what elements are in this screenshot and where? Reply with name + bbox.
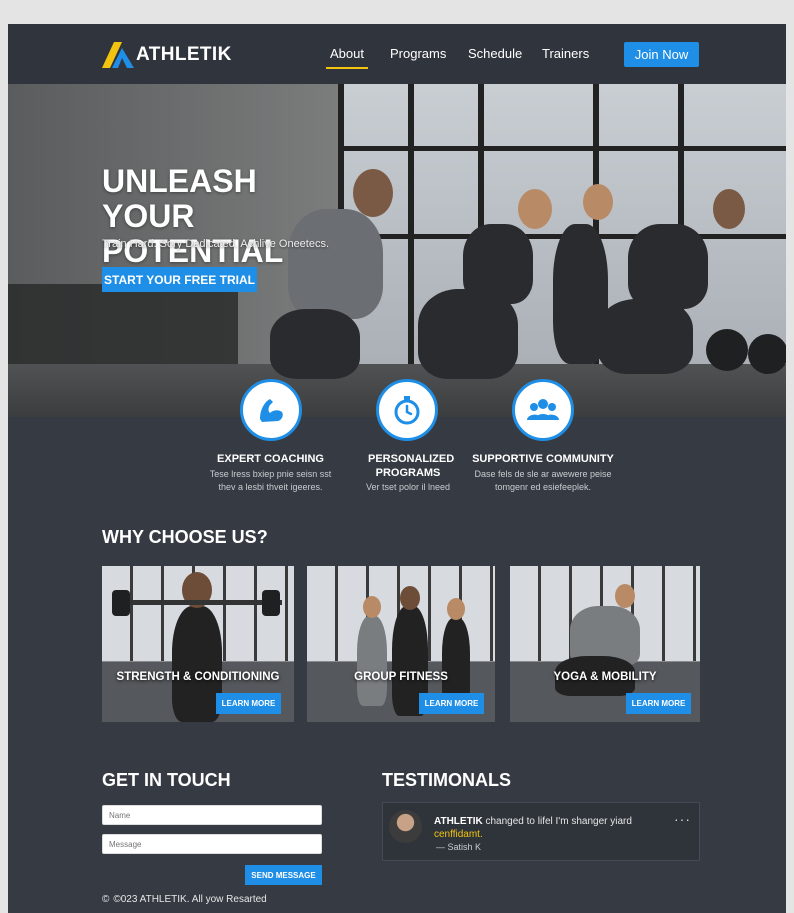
page: ATHLETIK About Programs Schedule Trainer… bbox=[8, 24, 786, 913]
feature-desc: Tese lress bxiep pnie seisn sst thev a l… bbox=[209, 469, 332, 492]
program-card-title: STRENGTH & CONDITIONING bbox=[116, 671, 280, 683]
testimonials-heading: TESTIMONALS bbox=[382, 770, 511, 790]
join-now-button[interactable]: Join Now bbox=[624, 42, 699, 67]
testimonial-brand: ATHLETIK bbox=[434, 816, 483, 827]
start-free-trial-button[interactable]: START YOUR FREE TRIAL bbox=[102, 267, 257, 292]
name-field[interactable] bbox=[102, 805, 322, 825]
program-card-title: GROUP FITNESS bbox=[354, 671, 448, 683]
community-icon bbox=[527, 399, 559, 420]
feature-title: PERSONALIZED PROGRAMS bbox=[368, 453, 455, 479]
testimonial-highlight: cenffidamt. bbox=[434, 829, 483, 840]
program-card-photo bbox=[172, 606, 222, 722]
top-nav: ATHLETIK About Programs Schedule Trainer… bbox=[8, 24, 786, 84]
nav-schedule[interactable]: Schedule bbox=[468, 46, 522, 61]
learn-more-button[interactable]: LEARN MORE bbox=[626, 693, 691, 714]
feature-title: SUPPORTIVE COMMUNITY bbox=[472, 453, 614, 465]
program-card-title: YOGA & MOBILITY bbox=[553, 671, 657, 683]
testimonial-card: ATHLETIK changed to lifel I'm shanger yi… bbox=[382, 802, 700, 861]
hero-subtitle: Train Hard. Sory Dedicated. Achlive Onee… bbox=[102, 238, 330, 250]
feature-desc: Dase fels de sle ar awewere peise tomgen… bbox=[474, 469, 612, 492]
athletik-logo-icon bbox=[102, 42, 134, 68]
feature-desc: Ver tset polor il lneed bbox=[365, 482, 451, 492]
feature-title: EXPERT COACHING bbox=[217, 453, 324, 465]
athlete-figure bbox=[628, 224, 708, 309]
more-options-icon[interactable]: ··· bbox=[674, 811, 691, 827]
brand-name: ATHLETIK bbox=[136, 44, 232, 65]
program-card[interactable]: STRENGTH & CONDITIONING LEARN MORE bbox=[102, 566, 294, 722]
hero-banner: UNLEASH YOUR POTENTIAL Train Hard. Sory … bbox=[8, 84, 786, 417]
dumbbell-rack bbox=[8, 284, 238, 364]
message-field[interactable] bbox=[102, 834, 322, 854]
send-message-button[interactable]: SEND MESSAGE bbox=[245, 865, 322, 885]
nav-trainers[interactable]: Trainers bbox=[542, 46, 589, 61]
copyright-icon: © bbox=[102, 894, 110, 905]
stopwatch-icon bbox=[394, 396, 420, 425]
learn-more-button[interactable]: LEARN MORE bbox=[216, 693, 281, 714]
learn-more-button[interactable]: LEARN MORE bbox=[419, 693, 484, 714]
testimonial-quote: ATHLETIK changed to lifel I'm shanger yi… bbox=[434, 815, 654, 841]
testimonial-author: — Satish K bbox=[436, 842, 482, 852]
program-card[interactable]: GROUP FITNESS LEARN MORE bbox=[307, 566, 495, 722]
nav-programs[interactable]: Programs bbox=[390, 46, 446, 61]
nav-about[interactable]: About bbox=[326, 46, 368, 69]
why-heading: WHY CHOOSE US? bbox=[102, 527, 268, 547]
copyright-text: ©023 ATHLETIK. All yow Resarted bbox=[113, 894, 267, 905]
contact-heading: GET IN TOUCH bbox=[102, 770, 231, 790]
testimonial-text: changed to lifel I'm shanger yiard bbox=[485, 816, 632, 827]
feature-icon-circle bbox=[512, 379, 574, 441]
brand-logo[interactable]: ATHLETIK bbox=[100, 40, 232, 70]
feature-icon-circle bbox=[240, 379, 302, 441]
program-card-photo bbox=[357, 616, 387, 706]
avatar bbox=[389, 810, 422, 843]
hero-title: UNLEASH YOUR POTENTIAL bbox=[102, 163, 284, 269]
program-card[interactable]: YOGA & MOBILITY LEARN MORE bbox=[510, 566, 700, 722]
footer: © ©023 ATHLETIK. All yow Resarted bbox=[102, 894, 267, 905]
feature-icon-circle bbox=[376, 379, 438, 441]
flexed-arm-icon bbox=[260, 399, 283, 422]
